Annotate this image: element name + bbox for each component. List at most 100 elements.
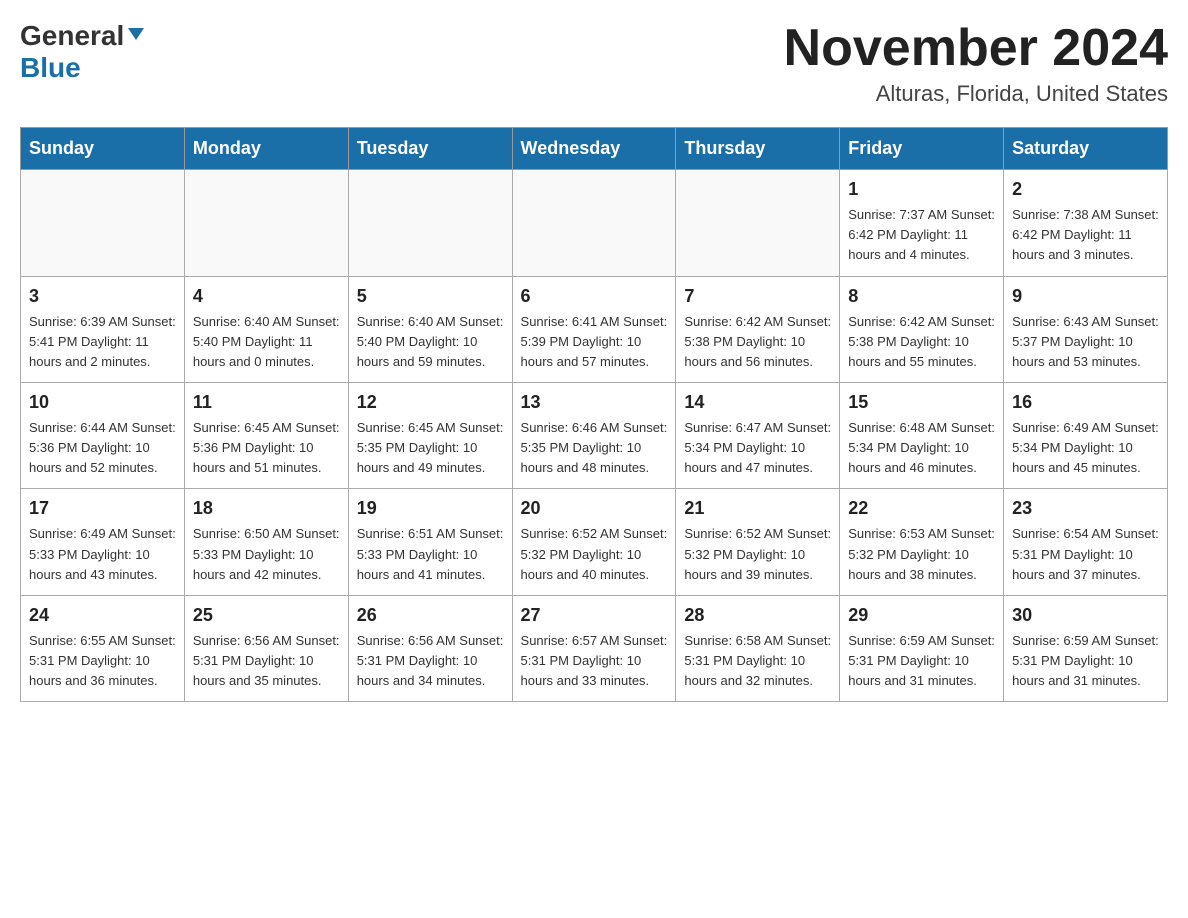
calendar-cell: 9Sunrise: 6:43 AM Sunset: 5:37 PM Daylig… (1004, 276, 1168, 382)
calendar-week-row: 17Sunrise: 6:49 AM Sunset: 5:33 PM Dayli… (21, 489, 1168, 595)
month-year-title: November 2024 (784, 20, 1168, 77)
day-number: 25 (193, 602, 340, 629)
day-number: 4 (193, 283, 340, 310)
day-number: 9 (1012, 283, 1159, 310)
weekday-header-saturday: Saturday (1004, 128, 1168, 170)
day-number: 7 (684, 283, 831, 310)
day-info: Sunrise: 6:52 AM Sunset: 5:32 PM Dayligh… (521, 524, 668, 584)
day-number: 20 (521, 495, 668, 522)
day-info: Sunrise: 6:43 AM Sunset: 5:37 PM Dayligh… (1012, 312, 1159, 372)
logo-arrow-icon (126, 24, 146, 49)
day-info: Sunrise: 6:40 AM Sunset: 5:40 PM Dayligh… (193, 312, 340, 372)
day-info: Sunrise: 6:57 AM Sunset: 5:31 PM Dayligh… (521, 631, 668, 691)
calendar-week-row: 3Sunrise: 6:39 AM Sunset: 5:41 PM Daylig… (21, 276, 1168, 382)
day-info: Sunrise: 6:51 AM Sunset: 5:33 PM Dayligh… (357, 524, 504, 584)
weekday-header-wednesday: Wednesday (512, 128, 676, 170)
logo-blue-text: Blue (20, 52, 81, 84)
day-number: 30 (1012, 602, 1159, 629)
calendar-cell: 11Sunrise: 6:45 AM Sunset: 5:36 PM Dayli… (184, 383, 348, 489)
day-number: 8 (848, 283, 995, 310)
day-info: Sunrise: 6:56 AM Sunset: 5:31 PM Dayligh… (193, 631, 340, 691)
day-number: 5 (357, 283, 504, 310)
calendar-cell: 1Sunrise: 7:37 AM Sunset: 6:42 PM Daylig… (840, 170, 1004, 276)
day-number: 1 (848, 176, 995, 203)
calendar-cell: 20Sunrise: 6:52 AM Sunset: 5:32 PM Dayli… (512, 489, 676, 595)
day-number: 21 (684, 495, 831, 522)
calendar-cell: 10Sunrise: 6:44 AM Sunset: 5:36 PM Dayli… (21, 383, 185, 489)
logo-general-text: General (20, 20, 124, 52)
day-number: 13 (521, 389, 668, 416)
calendar-cell: 16Sunrise: 6:49 AM Sunset: 5:34 PM Dayli… (1004, 383, 1168, 489)
day-info: Sunrise: 6:55 AM Sunset: 5:31 PM Dayligh… (29, 631, 176, 691)
calendar-week-row: 10Sunrise: 6:44 AM Sunset: 5:36 PM Dayli… (21, 383, 1168, 489)
day-info: Sunrise: 6:54 AM Sunset: 5:31 PM Dayligh… (1012, 524, 1159, 584)
weekday-header-tuesday: Tuesday (348, 128, 512, 170)
calendar-cell (21, 170, 185, 276)
calendar-cell (676, 170, 840, 276)
calendar-cell: 13Sunrise: 6:46 AM Sunset: 5:35 PM Dayli… (512, 383, 676, 489)
day-number: 22 (848, 495, 995, 522)
calendar-cell: 18Sunrise: 6:50 AM Sunset: 5:33 PM Dayli… (184, 489, 348, 595)
calendar-cell: 26Sunrise: 6:56 AM Sunset: 5:31 PM Dayli… (348, 595, 512, 701)
day-number: 2 (1012, 176, 1159, 203)
calendar-cell: 5Sunrise: 6:40 AM Sunset: 5:40 PM Daylig… (348, 276, 512, 382)
day-info: Sunrise: 7:38 AM Sunset: 6:42 PM Dayligh… (1012, 205, 1159, 265)
day-number: 26 (357, 602, 504, 629)
day-info: Sunrise: 6:45 AM Sunset: 5:36 PM Dayligh… (193, 418, 340, 478)
calendar-cell: 2Sunrise: 7:38 AM Sunset: 6:42 PM Daylig… (1004, 170, 1168, 276)
calendar-cell: 27Sunrise: 6:57 AM Sunset: 5:31 PM Dayli… (512, 595, 676, 701)
day-number: 28 (684, 602, 831, 629)
day-info: Sunrise: 6:50 AM Sunset: 5:33 PM Dayligh… (193, 524, 340, 584)
day-info: Sunrise: 6:59 AM Sunset: 5:31 PM Dayligh… (848, 631, 995, 691)
day-info: Sunrise: 6:47 AM Sunset: 5:34 PM Dayligh… (684, 418, 831, 478)
calendar-cell: 30Sunrise: 6:59 AM Sunset: 5:31 PM Dayli… (1004, 595, 1168, 701)
day-info: Sunrise: 6:45 AM Sunset: 5:35 PM Dayligh… (357, 418, 504, 478)
weekday-header-friday: Friday (840, 128, 1004, 170)
day-number: 17 (29, 495, 176, 522)
calendar-cell (512, 170, 676, 276)
calendar-cell: 3Sunrise: 6:39 AM Sunset: 5:41 PM Daylig… (21, 276, 185, 382)
day-info: Sunrise: 6:58 AM Sunset: 5:31 PM Dayligh… (684, 631, 831, 691)
day-info: Sunrise: 6:39 AM Sunset: 5:41 PM Dayligh… (29, 312, 176, 372)
day-info: Sunrise: 6:46 AM Sunset: 5:35 PM Dayligh… (521, 418, 668, 478)
calendar-cell: 17Sunrise: 6:49 AM Sunset: 5:33 PM Dayli… (21, 489, 185, 595)
day-number: 6 (521, 283, 668, 310)
day-number: 19 (357, 495, 504, 522)
day-info: Sunrise: 6:53 AM Sunset: 5:32 PM Dayligh… (848, 524, 995, 584)
day-number: 29 (848, 602, 995, 629)
day-number: 10 (29, 389, 176, 416)
calendar-cell: 21Sunrise: 6:52 AM Sunset: 5:32 PM Dayli… (676, 489, 840, 595)
day-info: Sunrise: 6:59 AM Sunset: 5:31 PM Dayligh… (1012, 631, 1159, 691)
calendar-cell: 25Sunrise: 6:56 AM Sunset: 5:31 PM Dayli… (184, 595, 348, 701)
calendar-week-row: 1Sunrise: 7:37 AM Sunset: 6:42 PM Daylig… (21, 170, 1168, 276)
location-subtitle: Alturas, Florida, United States (784, 81, 1168, 107)
calendar-cell: 19Sunrise: 6:51 AM Sunset: 5:33 PM Dayli… (348, 489, 512, 595)
day-info: Sunrise: 6:44 AM Sunset: 5:36 PM Dayligh… (29, 418, 176, 478)
calendar-cell: 4Sunrise: 6:40 AM Sunset: 5:40 PM Daylig… (184, 276, 348, 382)
day-info: Sunrise: 6:42 AM Sunset: 5:38 PM Dayligh… (848, 312, 995, 372)
day-number: 18 (193, 495, 340, 522)
day-number: 24 (29, 602, 176, 629)
day-number: 16 (1012, 389, 1159, 416)
day-number: 11 (193, 389, 340, 416)
day-info: Sunrise: 6:42 AM Sunset: 5:38 PM Dayligh… (684, 312, 831, 372)
day-info: Sunrise: 6:49 AM Sunset: 5:33 PM Dayligh… (29, 524, 176, 584)
day-number: 27 (521, 602, 668, 629)
calendar-cell: 7Sunrise: 6:42 AM Sunset: 5:38 PM Daylig… (676, 276, 840, 382)
weekday-header-monday: Monday (184, 128, 348, 170)
day-info: Sunrise: 6:41 AM Sunset: 5:39 PM Dayligh… (521, 312, 668, 372)
calendar-cell: 23Sunrise: 6:54 AM Sunset: 5:31 PM Dayli… (1004, 489, 1168, 595)
weekday-header-thursday: Thursday (676, 128, 840, 170)
day-info: Sunrise: 6:56 AM Sunset: 5:31 PM Dayligh… (357, 631, 504, 691)
day-info: Sunrise: 6:40 AM Sunset: 5:40 PM Dayligh… (357, 312, 504, 372)
calendar-table: SundayMondayTuesdayWednesdayThursdayFrid… (20, 127, 1168, 702)
title-section: November 2024 Alturas, Florida, United S… (784, 20, 1168, 107)
weekday-header-row: SundayMondayTuesdayWednesdayThursdayFrid… (21, 128, 1168, 170)
calendar-cell: 28Sunrise: 6:58 AM Sunset: 5:31 PM Dayli… (676, 595, 840, 701)
calendar-week-row: 24Sunrise: 6:55 AM Sunset: 5:31 PM Dayli… (21, 595, 1168, 701)
day-number: 15 (848, 389, 995, 416)
calendar-cell (184, 170, 348, 276)
day-number: 23 (1012, 495, 1159, 522)
day-number: 14 (684, 389, 831, 416)
calendar-cell: 12Sunrise: 6:45 AM Sunset: 5:35 PM Dayli… (348, 383, 512, 489)
